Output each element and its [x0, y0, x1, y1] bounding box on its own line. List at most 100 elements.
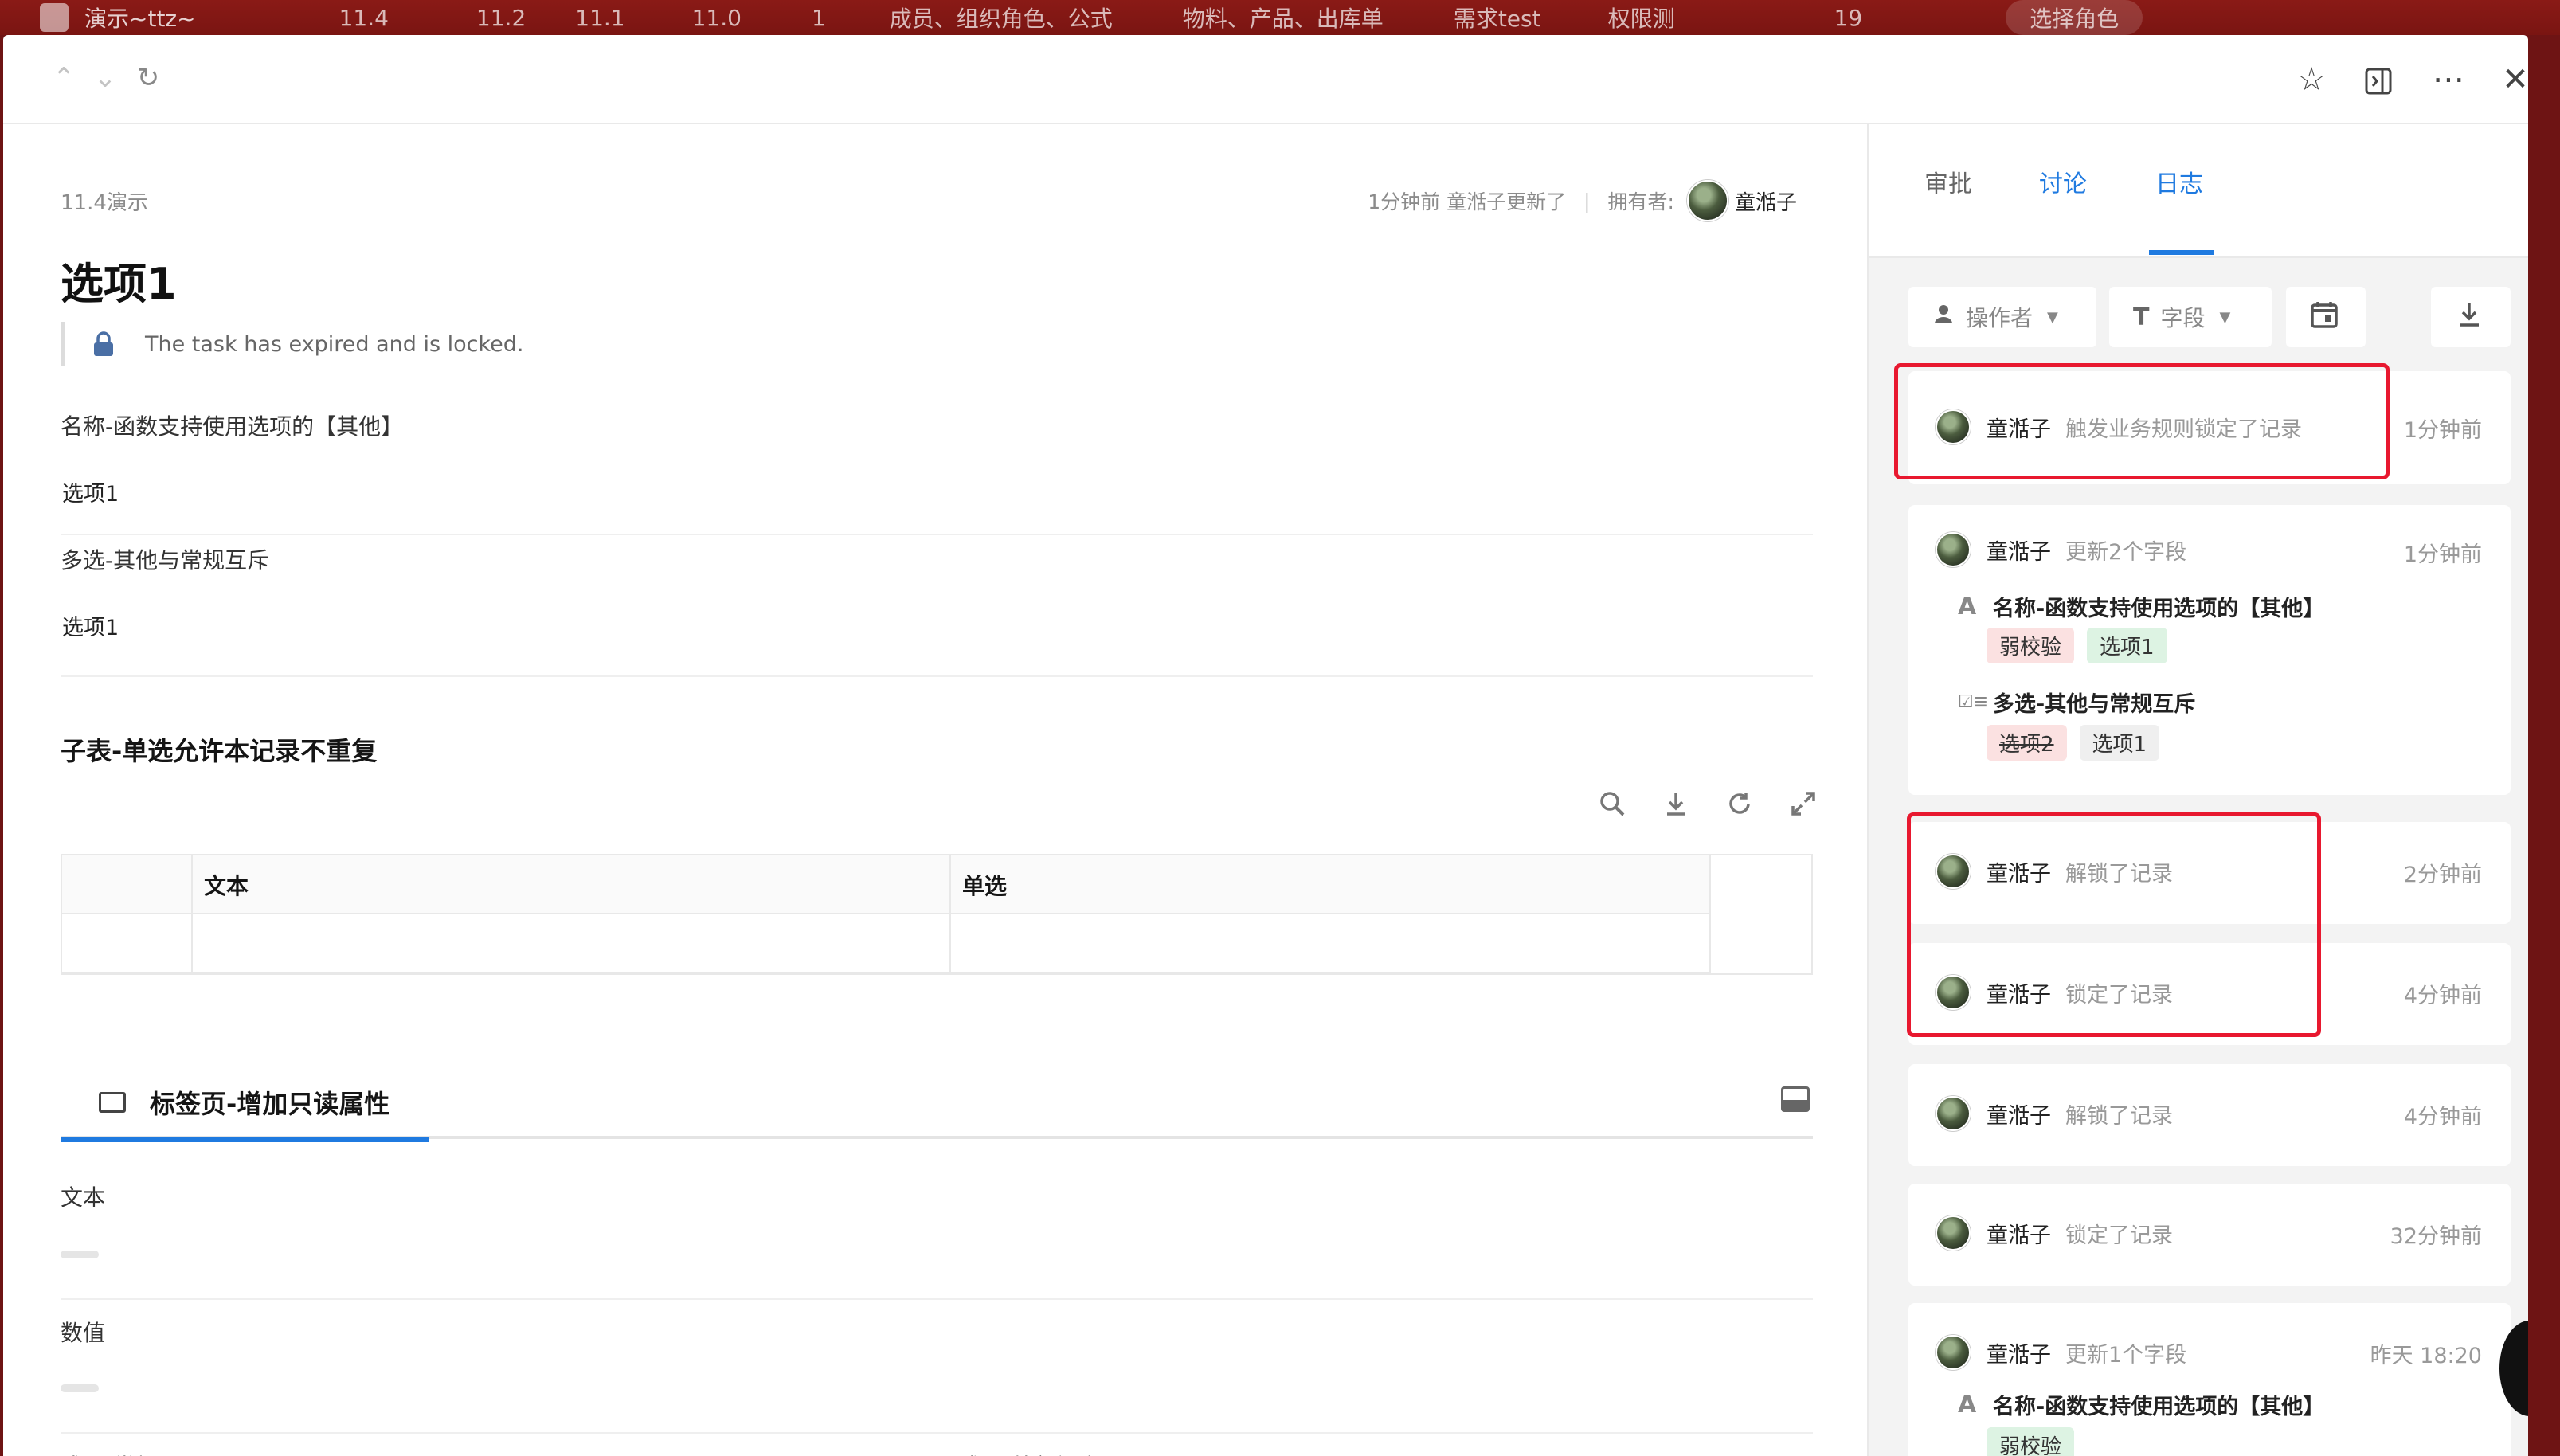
bg-badge: 19: [1834, 4, 1863, 31]
field-value[interactable]: 选项1: [62, 610, 119, 641]
table-header-cell: 文本: [193, 855, 951, 914]
text-type-icon: T: [2133, 303, 2150, 331]
date-filter[interactable]: [2286, 287, 2366, 347]
tab-approval[interactable]: 审批: [1924, 164, 1972, 199]
log-action: 更新2个字段: [2065, 539, 2187, 565]
background-app-bar: 演示~ttz~ 11.4 11.2 11.1 11.0 1 成员、组织角色、公式…: [0, 0, 2560, 35]
chevron-up-icon[interactable]: ⌃: [48, 62, 80, 94]
bg-tab[interactable]: 权限测: [1608, 2, 1675, 33]
updated-text: 1分钟前 童湉子更新了: [1368, 190, 1567, 213]
bg-tab[interactable]: 11.0: [692, 5, 742, 31]
subtable-toolbar: [1596, 790, 1819, 824]
refresh-icon[interactable]: ↻: [132, 62, 164, 94]
panel-icon[interactable]: [1781, 1086, 1810, 1112]
field-filter[interactable]: T 字段 ▼: [2109, 287, 2272, 347]
divider: [61, 675, 1813, 677]
log-user[interactable]: 童湉子: [1987, 534, 2051, 566]
avatar: [1936, 532, 1971, 567]
table-header-cell: [62, 855, 193, 914]
avatar: [1936, 1096, 1971, 1131]
sidebar-toggle-icon[interactable]: [2354, 57, 2402, 102]
bg-tab[interactable]: 11.1: [575, 5, 624, 31]
table-header-cell: 单选: [951, 855, 1711, 914]
log-line: 童湉子 更新1个字段: [1936, 1335, 2186, 1370]
owner-name[interactable]: 童湉子: [1735, 186, 1797, 216]
field-label: 成员-常规: [61, 1450, 158, 1456]
table-cell[interactable]: [62, 914, 193, 973]
download-icon[interactable]: [1660, 790, 1692, 824]
log-user[interactable]: 童湉子: [1987, 1098, 2051, 1129]
divider: [61, 1298, 1813, 1300]
folder-icon: [99, 1092, 126, 1113]
tab-readonly[interactable]: 标签页-增加只读属性: [61, 1067, 429, 1142]
log-filters: 操作者 ▼ T 字段 ▼: [1869, 258, 2528, 354]
app-title: 演示~ttz~: [84, 6, 196, 32]
bg-tab[interactable]: 物料、产品、出库单: [1183, 2, 1384, 33]
table-row[interactable]: [62, 914, 1711, 973]
divider: [61, 534, 1813, 535]
tab-log[interactable]: 日志: [2155, 164, 2203, 199]
highlight-box: [1907, 812, 2321, 1037]
avatar: [1936, 1215, 1971, 1251]
search-icon[interactable]: [1596, 790, 1628, 824]
new-value: 选项1: [2087, 628, 2167, 663]
field-change: A 名称-函数支持使用选项的【其他】: [1958, 591, 2324, 622]
breadcrumb[interactable]: 11.4演示: [61, 186, 148, 216]
operator-filter[interactable]: 操作者 ▼: [1908, 287, 2096, 347]
expand-icon[interactable]: [1787, 790, 1819, 824]
change-values: 选项2 选项1: [1987, 725, 2160, 761]
export-log-button[interactable]: [2431, 287, 2511, 347]
bg-tab[interactable]: 1: [812, 5, 826, 31]
bg-tab[interactable]: 需求test: [1454, 2, 1541, 33]
divider: [61, 1432, 1813, 1434]
meta-divider: |: [1583, 189, 1591, 213]
more-icon[interactable]: ⋯: [2425, 57, 2472, 102]
empty-value[interactable]: [61, 1384, 99, 1392]
table-cell[interactable]: [193, 914, 951, 973]
old-value: 选项2: [1987, 725, 2067, 761]
table-header-row: 文本 单选: [62, 855, 1711, 914]
owner-label: 拥有者:: [1607, 190, 1674, 213]
log-time: 1分钟前: [2403, 418, 2482, 443]
log-line: 童湉子 解锁了记录: [1936, 1096, 2173, 1131]
bg-tab[interactable]: 成员、组织角色、公式: [890, 2, 1113, 33]
bg-tab[interactable]: 11.2: [476, 5, 526, 31]
record-modal: ⌃ ⌄ ↻ ☆ ⋯ ✕ 11.4演示 1分钟前 童湉子更新了 | 拥有者: 童湉…: [3, 35, 2528, 1456]
table-cell[interactable]: [951, 914, 1711, 973]
changed-field-name: 名称-函数支持使用选项的【其他】: [1993, 1395, 2325, 1419]
modal-header: ⌃ ⌄ ↻ ☆ ⋯ ✕: [3, 35, 2528, 124]
log-user[interactable]: 童湉子: [1987, 1337, 2051, 1368]
active-tab-indicator: [2149, 250, 2214, 255]
lock-icon: [92, 331, 115, 357]
field-label: 名称-函数支持使用选项的【其他】: [61, 413, 404, 440]
star-icon[interactable]: ☆: [2288, 57, 2335, 102]
close-icon[interactable]: ✕: [2491, 57, 2528, 102]
log-entry: 童湉子 锁定了记录 32分钟前: [1908, 1184, 2511, 1286]
record-detail: 11.4演示 1分钟前 童湉子更新了 | 拥有者: 童湉子 选项1 The ta…: [3, 124, 1867, 1456]
field-label: 成员-外部门户: [959, 1450, 1101, 1456]
new-value: 选项1: [2079, 725, 2160, 761]
field-value[interactable]: 选项1: [62, 476, 119, 507]
new-value: 弱校验: [1987, 1427, 2075, 1456]
page-title: 选项1: [61, 259, 177, 309]
log-time: 4分钟前: [2403, 984, 2482, 1008]
empty-value[interactable]: [61, 1251, 99, 1258]
log-action: 解锁了记录: [2065, 1103, 2173, 1129]
log-user[interactable]: 童湉子: [1987, 1218, 2051, 1249]
log-action: 锁定了记录: [2065, 1223, 2173, 1248]
log-action: 更新1个字段: [2065, 1342, 2187, 1368]
field-change: ☑≡ 多选-其他与常规互斥: [1958, 687, 2195, 718]
highlight-box: [1894, 363, 2390, 479]
log-time: 4分钟前: [2403, 1105, 2482, 1129]
bg-tab[interactable]: 11.4: [339, 5, 389, 31]
log-line: 童湉子 锁定了记录: [1936, 1215, 2173, 1251]
tab-discussion[interactable]: 讨论: [2039, 164, 2087, 199]
field-filter-label: 字段: [2160, 305, 2206, 331]
chevron-down-icon[interactable]: ⌄: [89, 62, 121, 94]
tab-label: 标签页-增加只读属性: [150, 1089, 390, 1119]
role-selector[interactable]: 选择角色: [2006, 0, 2143, 35]
field-label: 文本: [61, 1184, 106, 1211]
refresh-icon[interactable]: [1724, 790, 1756, 824]
text-field-icon: A: [1958, 593, 1977, 620]
locked-text: The task has expired and is locked.: [145, 331, 524, 357]
